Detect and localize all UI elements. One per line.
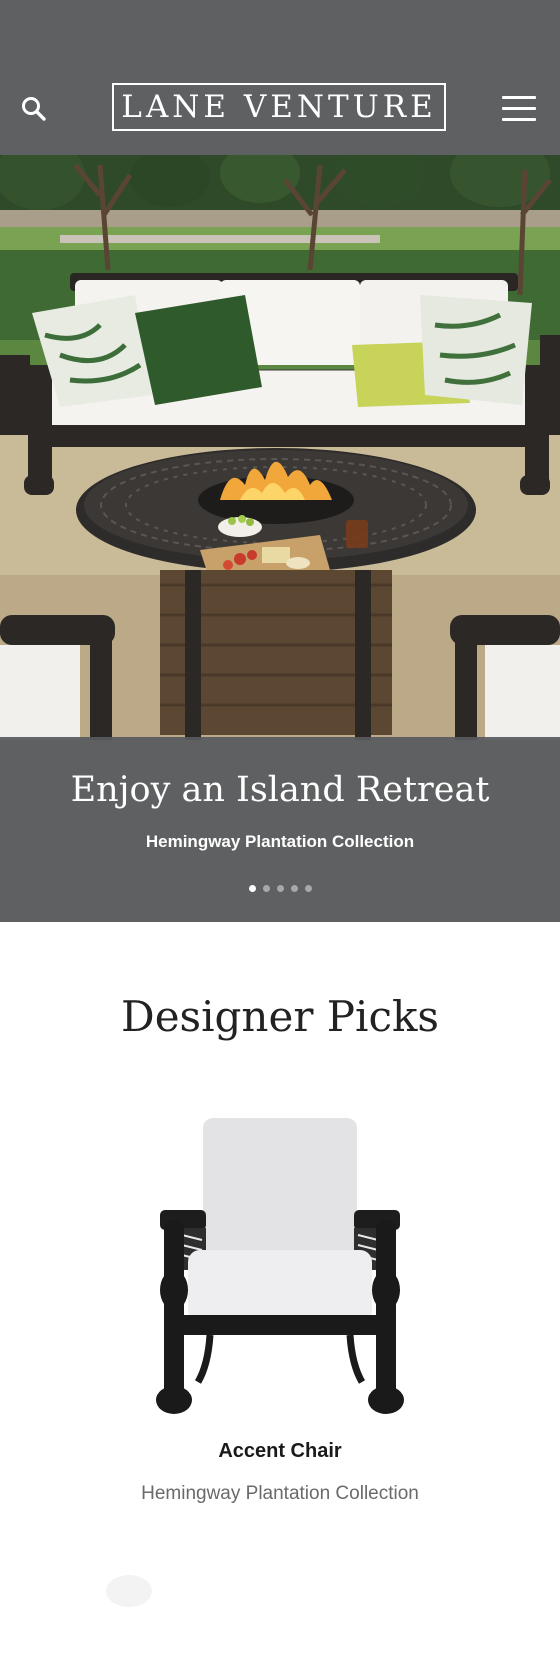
search-button[interactable] [20,95,48,123]
carousel-dot-1[interactable] [248,885,256,892]
hero-banner[interactable]: Enjoy an Island Retreat Hemingway Planta… [0,155,560,922]
carousel-dots [0,885,560,892]
site-header: LANE VENTURE [0,0,560,155]
carousel-dot-4[interactable] [290,885,298,892]
hamburger-menu-icon[interactable] [502,96,536,122]
hero-caption-panel [0,737,560,922]
carousel-dot-2[interactable] [262,885,270,892]
brand-logo[interactable]: LANE VENTURE [112,83,446,131]
brand-logo-text: LANE VENTURE [121,89,437,125]
page: LANE VENTURE Enjoy an Island Retreat Hem… [0,0,560,1680]
carousel-dot-5[interactable] [304,885,312,892]
product-image [156,1118,404,1414]
designer-picks-heading: Designer Picks [121,992,439,1041]
search-icon [22,97,46,121]
hero-subtitle[interactable]: Hemingway Plantation Collection [0,832,560,852]
next-product-hint [106,1575,152,1607]
product-name[interactable]: Accent Chair [0,1440,560,1463]
hero-title: Enjoy an Island Retreat [70,770,490,810]
carousel-dot-3[interactable] [276,885,284,892]
product-collection: Hemingway Plantation Collection [141,1483,419,1504]
